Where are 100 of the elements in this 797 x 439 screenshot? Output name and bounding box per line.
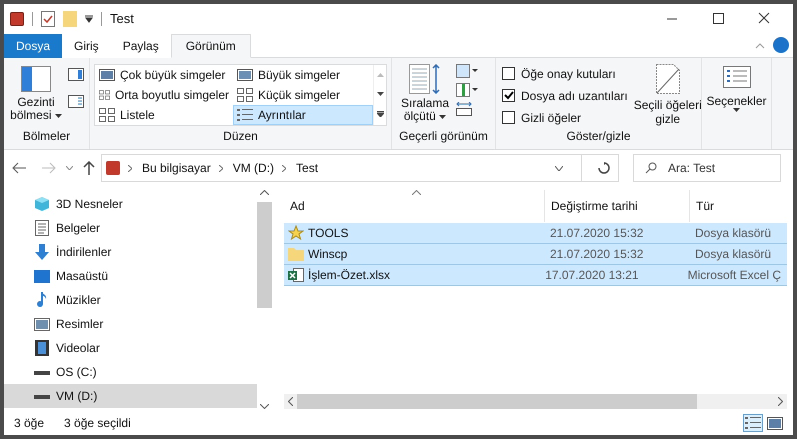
window-title: Test (110, 10, 134, 28)
recent-caret-icon[interactable] (66, 166, 73, 170)
caret-icon (733, 108, 740, 112)
search-icon (645, 162, 657, 174)
scroll-down-icon[interactable] (376, 92, 384, 96)
scroll-left-icon[interactable] (288, 397, 293, 406)
grid-icon (99, 88, 110, 102)
navigation-pane-button[interactable]: Gezinti bölmesi (10, 66, 62, 122)
caret-icon (54, 114, 62, 118)
cube-icon (34, 196, 50, 212)
layout-option[interactable]: Listele (95, 105, 233, 125)
file-row[interactable]: TOOLS 21.07.2020 15:32 Dosya klasörü (284, 223, 787, 244)
column-header[interactable]: Tür (689, 190, 787, 222)
status-text: 3 öğe (14, 415, 44, 432)
table-cell-text: 21.07.2020 15:32 (549, 225, 644, 242)
layout-option[interactable]: Çok büyük simgeler (95, 65, 233, 85)
drive-icon (34, 368, 50, 376)
nav-item[interactable]: Belgeler (4, 216, 257, 240)
address-field[interactable]: Bu bilgisayar VM (D:) Test (101, 154, 619, 182)
ribbon-tab[interactable]: Görünüm (170, 34, 251, 58)
details-pane-icon[interactable] (68, 95, 84, 108)
options-list-icon (722, 66, 750, 88)
document-icon (35, 220, 49, 236)
grid-icon (99, 108, 115, 122)
table-cell-text: Dosya klasörü (694, 246, 772, 263)
layout-option[interactable]: Ayrıntılar (233, 105, 373, 125)
horizontal-scrollbar[interactable] (284, 394, 787, 409)
customize-caret-icon[interactable] (85, 14, 93, 22)
group-label: Göster/gizle (565, 128, 632, 145)
table-cell-text: 21.07.2020 15:32 (549, 246, 644, 263)
table-cell-text: Dosya klasörü (694, 225, 772, 242)
app-icon (106, 161, 120, 175)
nav-item[interactable]: 3D Nesneler (4, 192, 257, 216)
file-name: İşlem-Özet.xlsx (308, 267, 390, 284)
file-tab[interactable]: Dosya (4, 34, 62, 58)
nav-item[interactable]: Masaüstü (4, 264, 257, 288)
nav-item[interactable]: VM (D:) (4, 384, 257, 408)
details-list-icon (237, 108, 253, 122)
layout-option[interactable]: Büyük simgeler (233, 65, 373, 85)
preview-pane-icon[interactable] (68, 68, 84, 81)
scroll-right-icon[interactable] (778, 397, 783, 406)
expand-gallery-icon[interactable] (376, 111, 384, 118)
layout-option[interactable]: Orta boyutlu simgeler (95, 85, 233, 105)
grid-icon (237, 88, 253, 102)
group-label: Geçerli görünüm (398, 128, 489, 145)
sort-by-button[interactable]: Sıralama ölçütü (400, 64, 450, 127)
pane-layout-icon (21, 66, 51, 92)
app-icon (10, 12, 24, 26)
checkbox-label: Dosya adı uzantıları (521, 88, 628, 104)
up-arrow-icon[interactable] (83, 161, 95, 175)
layout-option[interactable]: Küçük simgeler (233, 85, 373, 105)
checkbox[interactable] (502, 89, 515, 102)
file-name: TOOLS (308, 225, 348, 242)
help-icon[interactable] (773, 37, 789, 53)
checkbox-label: Gizli öğeler (521, 110, 582, 126)
scroll-up-icon[interactable] (260, 190, 269, 195)
file-name: Winscp (308, 246, 348, 263)
options-button[interactable]: Seçenekler (702, 58, 771, 112)
caret-icon (439, 114, 446, 119)
search-field[interactable]: Ara: Test (633, 154, 781, 182)
group-by-icon[interactable] (456, 64, 478, 78)
file-row[interactable]: Winscp 21.07.2020 15:32 Dosya klasörü (284, 244, 787, 265)
nav-item[interactable]: Resimler (4, 312, 257, 336)
film-icon (35, 340, 49, 356)
add-columns-icon[interactable] (456, 83, 478, 97)
image-icon (237, 68, 253, 82)
group-label: Bölmeler (22, 128, 72, 145)
refresh-icon[interactable] (598, 162, 610, 174)
large-icons-view-icon[interactable] (767, 416, 783, 430)
group-label: Düzen (222, 128, 259, 145)
sort-indicator-icon (412, 190, 421, 195)
breadcrumb[interactable]: VM (D:) (232, 159, 274, 177)
details-view-toggle[interactable] (743, 414, 763, 432)
checkbox[interactable] (502, 67, 515, 80)
drive-icon (34, 392, 50, 400)
checkbox-label: Öğe onay kutuları (521, 66, 616, 82)
nav-item[interactable]: Videolar (4, 336, 257, 360)
chevron-right-icon (128, 164, 132, 172)
picture-icon (34, 318, 50, 330)
hidden-page-icon (656, 64, 680, 94)
column-header[interactable]: Ad (284, 190, 544, 222)
file-row[interactable]: İşlem-Özet.xlsx 17.07.2020 13:21 Microsoft Excel Ç (284, 265, 787, 286)
column-width-icon[interactable] (456, 102, 472, 116)
checklist-icon[interactable] (41, 10, 55, 26)
history-caret-icon[interactable] (555, 166, 563, 170)
nav-item[interactable]: Müzikler (4, 288, 257, 312)
checkbox[interactable] (502, 111, 515, 124)
image-icon (99, 68, 115, 82)
nav-item[interactable]: İndirilenler (4, 240, 257, 264)
chevron-right-icon (282, 164, 286, 172)
breadcrumb[interactable]: Bu bilgisayar (142, 159, 211, 177)
back-arrow-icon[interactable] (12, 162, 26, 174)
nav-item[interactable]: OS (C:) (4, 360, 257, 384)
star-icon (288, 225, 304, 241)
status-text: 3 öğe seçildi (64, 415, 131, 432)
scroll-down-icon[interactable] (260, 404, 269, 409)
column-header[interactable]: Değiştirme tarihi (544, 190, 689, 222)
collapse-ribbon-icon[interactable] (755, 43, 765, 49)
hide-selected-button[interactable]: Seçili öğeleri gizle (632, 64, 704, 127)
breadcrumb[interactable]: Test (296, 159, 318, 177)
